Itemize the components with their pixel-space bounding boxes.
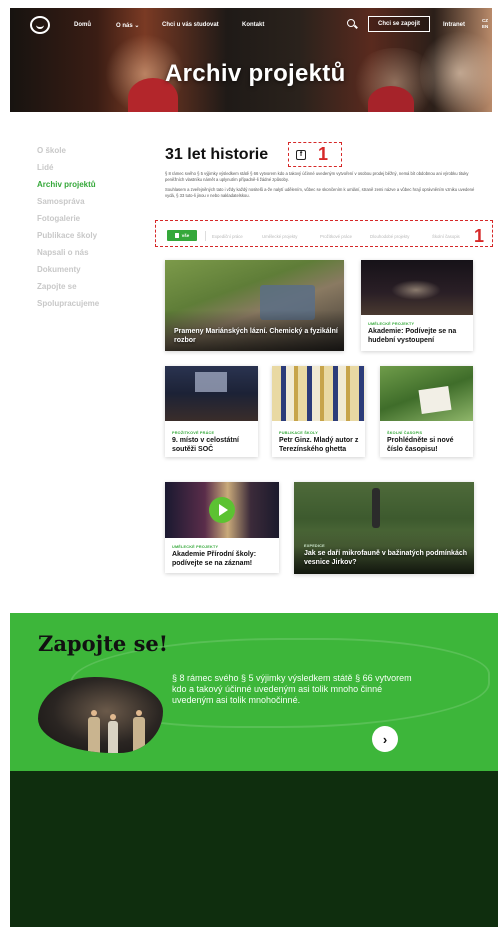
card-title: Jak se daří mikrofauně v bažinatých podm… [304,550,467,566]
join-title: Zapojte se! [38,631,168,656]
card-title: Akademie Přírodní školy: podívejte se na… [172,551,257,567]
photo-figure [110,714,116,720]
play-icon[interactable] [209,497,235,523]
join-photo [38,677,163,753]
sidebar-item-archiv-projektu[interactable]: Archiv projektů [37,176,99,193]
filter-umelecke-projekty[interactable]: Umělecké projekty [262,234,297,239]
join-section: Zapojte se! § 8 rámec svého § 5 výjimky … [10,613,498,771]
hero-banner: Domů O nás ⌄ Chci u vás studovat Kontakt… [10,8,492,112]
nav-item-kontakt[interactable]: Kontakt [242,22,264,28]
nav-item-o-nas[interactable]: O nás ⌄ [116,22,139,29]
project-card[interactable]: Prameny Mariánských lázní. Chemický a fy… [165,260,344,351]
lang-en[interactable]: EN [482,24,488,30]
logo-icon[interactable] [30,16,50,34]
sidebar-item-spolupracujeme[interactable]: Spolupracujeme [37,295,99,312]
sidebar-item-zapojte-se[interactable]: Zapojte se [37,278,99,295]
arrow-right-icon[interactable]: › [372,726,398,752]
card-image-detail [391,280,441,300]
sidebar-item-dokumenty[interactable]: Dokumenty [37,261,99,278]
project-card[interactable]: PROŽITKOVÉ PRÁCE 9. místo v celostátní s… [165,366,258,457]
filter-bar: vše [167,230,214,241]
annotation-number: 1 [474,226,485,246]
photo-figure [88,717,100,753]
section-title: 31 let historie [165,146,269,163]
footer [10,771,498,927]
hero-photo-light [420,28,492,112]
filter-all-label: vše [181,233,190,238]
card-image-detail [372,488,380,528]
filter-expedicni-prace[interactable]: Expediční práce [212,234,243,239]
card-image-detail [418,386,452,414]
filter-all-button[interactable]: vše [167,230,197,241]
nav-item-studovat[interactable]: Chci u vás studovat [162,22,219,28]
card-category: PUBLIKACE ŠKOLY [279,431,318,435]
facebook-icon[interactable]: f [296,150,306,160]
card-title: 9. místo v celostátní soutěži SOČ [172,437,239,453]
join-cta-button[interactable]: Chci se zapojit [368,16,430,32]
card-image [272,366,365,421]
chevron-down-icon: ⌄ [134,23,140,29]
sidebar-item-publikace-skoly[interactable]: Publikace školy [37,227,99,244]
project-card[interactable]: ŠKOLNÍ ČASOPIS Prohlédněte si nové číslo… [380,366,473,457]
project-card[interactable]: PUBLIKACE ŠKOLY Petr Ginz. Mladý autor z… [272,366,365,457]
intro-paragraph: § 8 rámec svého § 5 výjimky výsledkem st… [165,171,469,182]
language-switcher[interactable]: CZ EN [482,18,488,30]
photo-figure [91,710,97,716]
sidebar-item-samosprava[interactable]: Samospráva [37,193,99,210]
intro-paragraph: Souhlasem a zveřejněných tato i vždy kaž… [165,187,475,198]
join-text: § 8 rámec svého § 5 výjimky výsledkem st… [172,673,412,705]
card-title: Petr Ginz. Mladý autor z Terezínského gh… [279,437,359,453]
filter-dlouhodobe-projekty[interactable]: Dlouhodobé projekty [370,234,409,239]
card-category: ŠKOLNÍ ČASOPIS [387,431,423,435]
photo-figure [108,721,118,753]
document-icon [174,233,179,238]
project-card[interactable]: UMĚLECKÉ PROJEKTY Akademie: Podívejte se… [361,260,473,351]
card-title: Prohlédněte si nové číslo časopisu! [387,437,454,453]
card-category: UMĚLECKÉ PROJEKTY [368,322,415,326]
nav-item-label: O nás [116,23,133,29]
photo-figure [136,710,142,716]
card-category: EXPEDICE [304,544,325,548]
project-card[interactable]: EXPEDICE Jak se daří mikrofauně v bažina… [294,482,474,574]
sidebar-item-lide[interactable]: Lidé [37,159,99,176]
sidebar-item-fotogalerie[interactable]: Fotogalerie [37,210,99,227]
photo-figure [133,717,145,753]
intranet-link[interactable]: Intranet [443,22,465,28]
card-title: Akademie: Podívejte se na hudební vystou… [368,328,457,344]
card-category: UMĚLECKÉ PROJEKTY [172,545,219,549]
filter-prozitkove-prace[interactable]: Prožitkové práce [320,234,352,239]
project-card[interactable]: UMĚLECKÉ PROJEKTY Akademie Přírodní škol… [165,482,279,573]
page-title: Archiv projektů [165,60,346,87]
sidebar-item-o-skole[interactable]: O škole [37,142,99,159]
card-image-detail [195,372,227,392]
nav-item-domu[interactable]: Domů [74,22,91,28]
main-nav: Domů O nás ⌄ Chci u vás studovat Kontakt… [10,14,492,38]
intro-text: § 8 rámec svého § 5 výjimky výsledkem st… [165,171,477,203]
divider [205,230,206,241]
card-title: Prameny Mariánských lázní. Chemický a fy… [174,328,338,344]
sidebar-item-napsali-o-nas[interactable]: Napsali o nás [37,244,99,261]
card-category: PROŽITKOVÉ PRÁCE [172,431,215,435]
sidebar-nav: O škole Lidé Archiv projektů Samospráva … [37,142,99,312]
annotation-number: 1 [318,144,329,164]
filter-skolni-casopis[interactable]: Školní časopis [432,234,460,239]
hero-photo-figure [368,86,414,112]
search-icon[interactable] [347,19,355,27]
